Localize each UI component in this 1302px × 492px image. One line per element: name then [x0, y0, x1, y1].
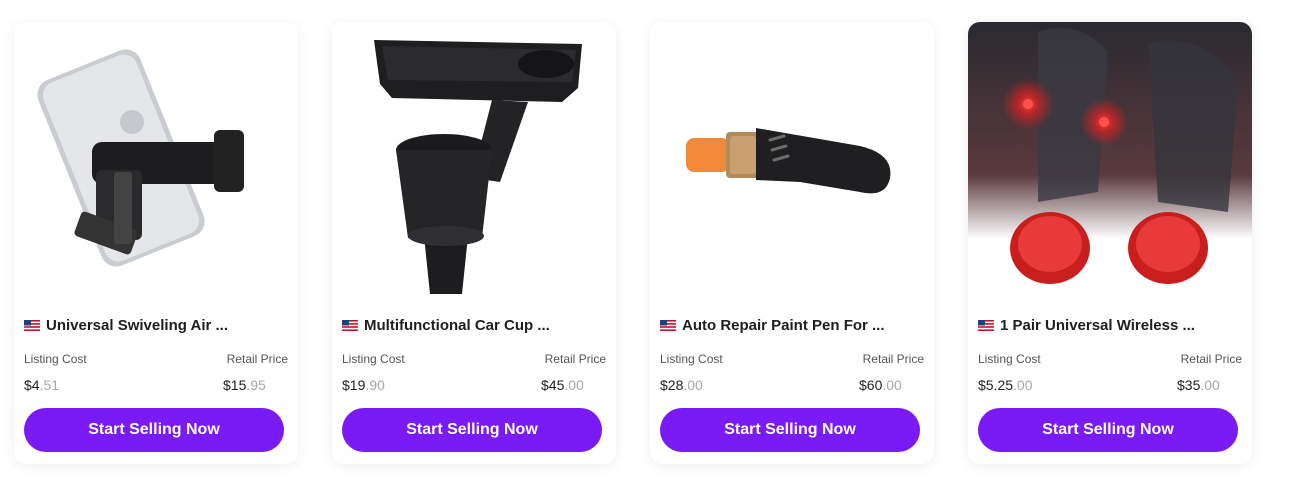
retail-price-label: Retail Price [862, 352, 924, 366]
retail-price-value: $45.00 [541, 377, 584, 393]
product-card[interactable]: Multifunctional Car Cup ... Listing Cost… [332, 22, 616, 464]
product-image-phone-holder[interactable] [14, 22, 298, 300]
product-title-text: Auto Repair Paint Pen For ... [682, 317, 885, 334]
retail-price-label: Retail Price [1180, 352, 1242, 366]
product-image-cup-holder[interactable] [332, 22, 616, 300]
product-title[interactable]: Auto Repair Paint Pen For ... [660, 317, 924, 334]
retail-price-label: Retail Price [544, 352, 606, 366]
retail-price-value: $35.00 [1177, 377, 1220, 393]
retail-price-label: Retail Price [226, 352, 288, 366]
product-title[interactable]: Universal Swiveling Air ... [24, 317, 288, 334]
us-flag-icon [24, 320, 40, 331]
price-main: $60 [859, 377, 883, 393]
price-cents: .00 [1013, 377, 1033, 393]
product-card[interactable]: Auto Repair Paint Pen For ... Listing Co… [650, 22, 934, 464]
price-main: $28 [660, 377, 684, 393]
listing-cost-label: Listing Cost [978, 352, 1041, 366]
listing-cost-label: Listing Cost [342, 352, 405, 366]
product-card[interactable]: Universal Swiveling Air ... Listing Cost… [14, 22, 298, 464]
price-cents: .00 [683, 377, 703, 393]
price-cents: .95 [246, 377, 266, 393]
product-grid: Universal Swiveling Air ... Listing Cost… [0, 0, 1302, 492]
listing-cost-value: $5.25.00 [978, 377, 1033, 393]
price-main: $4 [24, 377, 40, 393]
price-cents: .00 [564, 377, 584, 393]
listing-cost-value: $28.00 [660, 377, 703, 393]
product-image-paint-pen[interactable] [650, 22, 934, 300]
price-main: $45 [541, 377, 565, 393]
price-main: $35 [1177, 377, 1201, 393]
price-cents: .51 [39, 377, 60, 393]
start-selling-button[interactable]: Start Selling Now [978, 408, 1238, 452]
listing-cost-label: Listing Cost [660, 352, 723, 366]
retail-price-value: $15.95 [223, 377, 266, 393]
us-flag-icon [660, 320, 676, 331]
price-cents: .00 [1200, 377, 1220, 393]
product-title-text: Multifunctional Car Cup ... [364, 317, 550, 334]
price-main: $19 [342, 377, 366, 393]
start-selling-button[interactable]: Start Selling Now [660, 408, 920, 452]
start-selling-button[interactable]: Start Selling Now [342, 408, 602, 452]
price-main: $5.25 [978, 377, 1014, 393]
retail-price-value: $60.00 [859, 377, 902, 393]
price-main: $15 [223, 377, 247, 393]
product-card[interactable]: 1 Pair Universal Wireless ... Listing Co… [968, 22, 1252, 464]
product-title-text: Universal Swiveling Air ... [46, 317, 229, 334]
price-cents: .90 [365, 377, 385, 393]
product-title[interactable]: 1 Pair Universal Wireless ... [978, 317, 1242, 334]
us-flag-icon [342, 320, 358, 331]
product-image-door-lights[interactable] [968, 22, 1252, 300]
listing-cost-value: $19.90 [342, 377, 385, 393]
listing-cost-label: Listing Cost [24, 352, 87, 366]
price-cents: .00 [882, 377, 902, 393]
listing-cost-value: $4.51 [24, 377, 59, 393]
product-title-text: 1 Pair Universal Wireless ... [1000, 317, 1195, 334]
start-selling-button[interactable]: Start Selling Now [24, 408, 284, 452]
product-title[interactable]: Multifunctional Car Cup ... [342, 317, 606, 334]
us-flag-icon [978, 320, 994, 331]
